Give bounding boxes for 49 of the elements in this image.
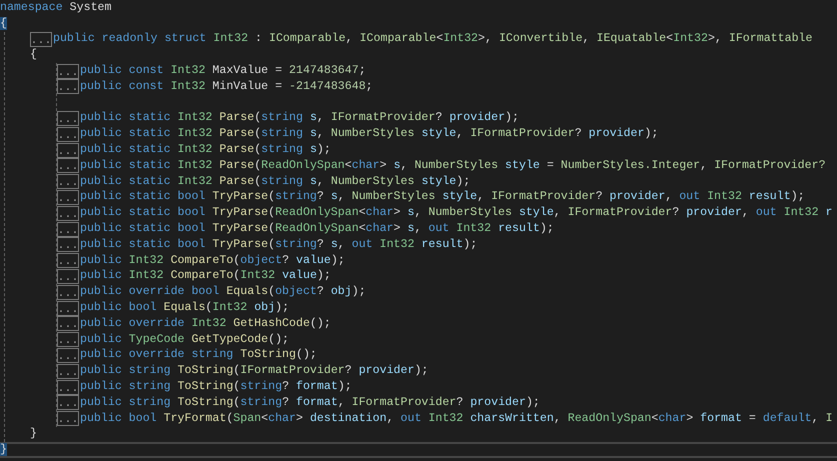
fold-button[interactable]: ...: [57, 110, 79, 126]
code-line: {: [30, 48, 37, 62]
code-line: public override bool Equals(object? obj);: [80, 285, 366, 300]
fold-button[interactable]: ...: [57, 190, 79, 205]
code-line: public const Int32 MinValue = -2147483648;: [80, 80, 373, 94]
code-line: namespace System: [0, 0, 112, 15]
code-line: public string ToString(IFormatProvider? provider);: [80, 364, 428, 378]
code-line: public static Int32 Parse(string s);: [80, 143, 331, 158]
code-line: public string ToString(string? format);: [80, 380, 352, 394]
fold-button[interactable]: ...: [57, 174, 79, 190]
fold-button[interactable]: ...: [57, 395, 79, 410]
fold-button[interactable]: ...: [57, 79, 79, 94]
fold-button[interactable]: ...: [57, 206, 79, 221]
code-line: public static Int32 Parse(string s, IFormatProvider? provider);: [80, 111, 519, 126]
fold-button[interactable]: ...: [30, 32, 52, 47]
code-line: public string ToString(string? format, IFormatProvider? provider);: [80, 396, 540, 410]
fold-button[interactable]: ...: [57, 64, 79, 79]
code-line: public static bool TryParse(string? s, NumberStyles style, IFormatProvider? provider, out Int32 result);: [80, 190, 805, 204]
fold-button[interactable]: ...: [57, 237, 79, 252]
fold-button[interactable]: ...: [57, 300, 79, 316]
code-line: public static bool TryParse(string? s, out Int32 result);: [80, 238, 478, 252]
code-line: public override string ToString();: [80, 348, 317, 362]
code-line: public static Int32 Parse(string s, NumberStyles style, IFormatProvider? provider);: [80, 127, 658, 142]
fold-button[interactable]: ...: [57, 411, 79, 426]
code-line: public bool TryFormat(Span<char> destination, out Int32 charsWritten, ReadOnlySpan<char> format = default, I: [80, 412, 833, 426]
fold-button[interactable]: ...: [57, 364, 79, 379]
code-line: public static bool TryParse(ReadOnlySpan<char> s, NumberStyles style, IFormatProvider? provider, out Int32 r: [80, 206, 833, 220]
code-line: public TypeCode GetTypeCode();: [80, 332, 290, 347]
fold-button[interactable]: ...: [57, 332, 79, 348]
code-line: public bool Equals(Int32 obj);: [80, 301, 290, 316]
fold-button[interactable]: ...: [57, 284, 79, 300]
code-line: public static Int32 Parse(ReadOnlySpan<char> s, NumberStyles style = NumberStyles.Integer, IFormatProvider?: [80, 158, 826, 173]
fold-button[interactable]: ...: [57, 316, 79, 332]
code-line: public static Int32 Parse(string s, NumberStyles style);: [80, 174, 470, 189]
fold-button[interactable]: ...: [57, 126, 79, 142]
code-line: public Int32 CompareTo(Int32 value);: [80, 269, 331, 284]
fold-button[interactable]: ...: [57, 380, 79, 395]
code-line: }: [30, 427, 37, 442]
code-line: public readonly struct Int32 : IComparable, IComparable<Int32>, IConvertible, IEquatable<Int32>, IFormattable: [53, 32, 812, 46]
code-line: public const Int32 MaxValue = 2147483647;: [80, 64, 366, 78]
code-line: public Int32 CompareTo(object? value);: [80, 254, 345, 268]
code-line: public override Int32 GetHashCode();: [80, 316, 331, 331]
fold-button[interactable]: ...: [57, 158, 79, 174]
fold-button[interactable]: ...: [57, 268, 79, 284]
fold-button[interactable]: ...: [57, 348, 79, 363]
fold-button[interactable]: ...: [57, 222, 79, 237]
fold-button[interactable]: ...: [57, 253, 79, 268]
code-line: public static bool TryParse(ReadOnlySpan<char> s, out Int32 result);: [80, 222, 554, 236]
fold-button[interactable]: ...: [57, 142, 79, 158]
